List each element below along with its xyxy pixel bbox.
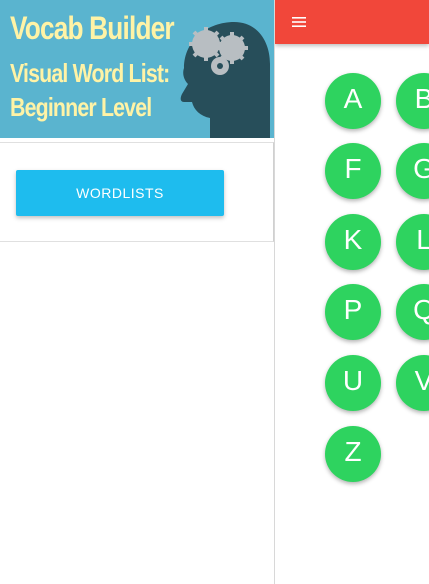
letter-p-button[interactable]: P — [325, 284, 381, 340]
letter-k-button[interactable]: K — [325, 214, 381, 270]
app-title: Vocab Builder — [10, 10, 175, 46]
hamburger-menu-icon[interactable] — [289, 13, 309, 31]
drawer-header-banner: Vocab Builder Visual Word List: Beginner… — [0, 0, 274, 138]
letter-u-button[interactable]: U — [325, 355, 381, 411]
letter-z-button[interactable]: Z — [325, 426, 381, 482]
letter-q-button[interactable]: Q — [396, 284, 429, 340]
letter-b-button[interactable]: B — [396, 73, 429, 129]
wordlists-button[interactable]: WORDLISTS — [16, 170, 224, 216]
letter-f-button[interactable]: F — [325, 143, 381, 199]
letter-v-button[interactable]: V — [396, 355, 429, 411]
letter-a-button[interactable]: A — [325, 73, 381, 129]
app-toolbar — [275, 0, 429, 44]
drawer-menu-section: WORDLISTS — [0, 142, 274, 242]
subtitle-line-2: Beginner Level — [10, 92, 152, 122]
letter-g-button[interactable]: G — [396, 143, 429, 199]
navigation-drawer: Vocab Builder Visual Word List: Beginner… — [0, 0, 275, 584]
main-content: A B F G K L P Q U V Z — [275, 0, 429, 584]
head-with-gears-icon — [180, 22, 270, 138]
subtitle-line-1: Visual Word List: — [10, 58, 170, 88]
letter-l-button[interactable]: L — [396, 214, 429, 270]
